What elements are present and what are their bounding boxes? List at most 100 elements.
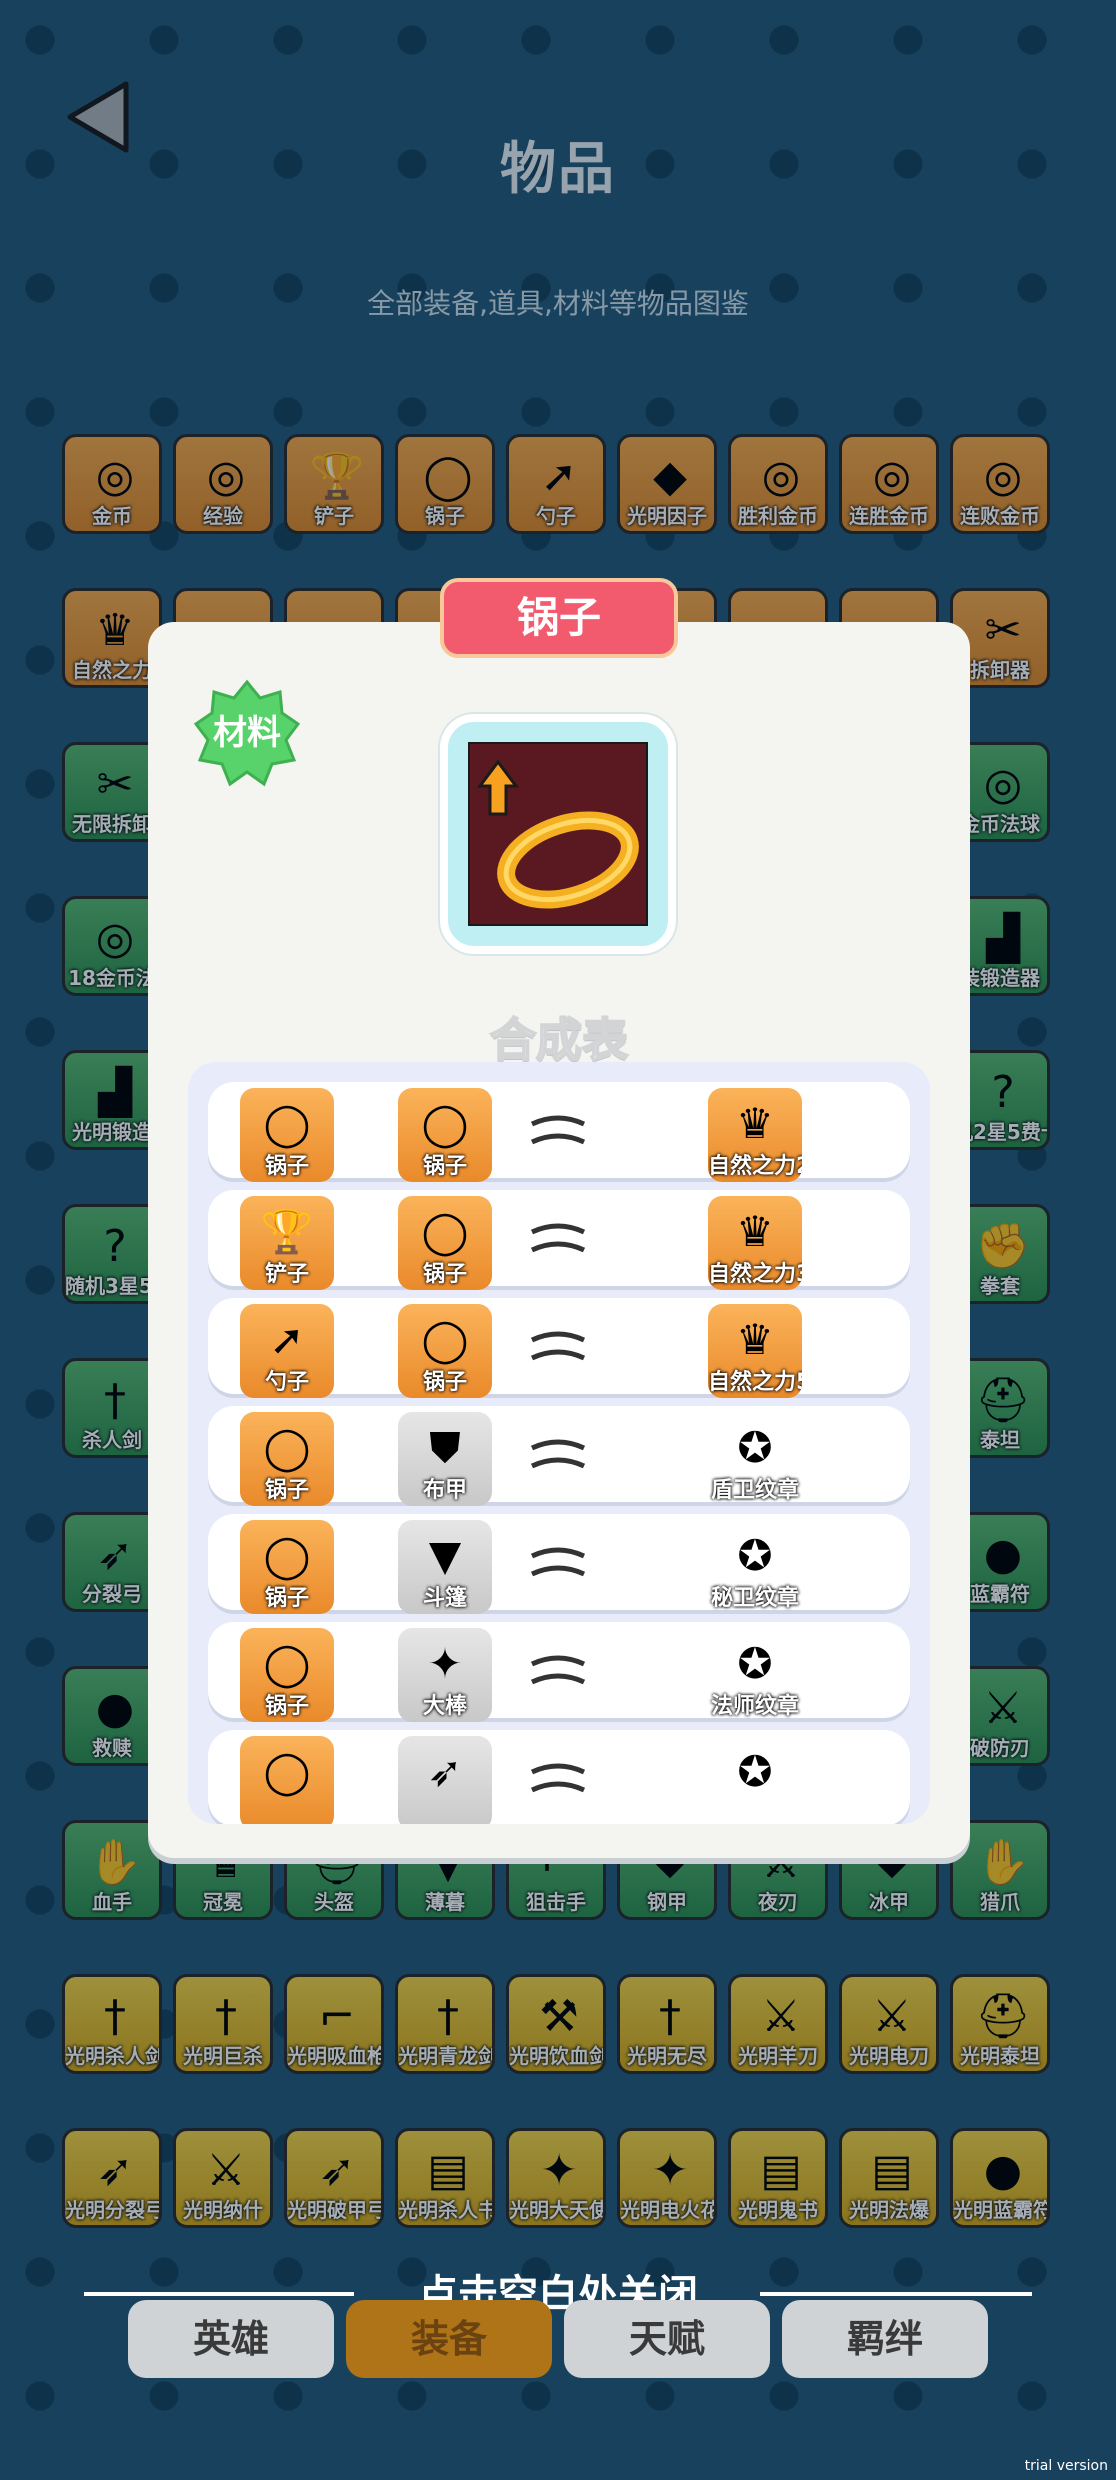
question-icon: ? <box>991 1067 1015 1118</box>
grid-item-label: 光明青龙剑 <box>398 2044 495 2068</box>
ingredient-b-label: 布甲 <box>422 1478 467 1503</box>
ingredient-a[interactable]: ◯ 锅子 <box>240 1628 334 1722</box>
ingredient-b[interactable]: ◯ 锅子 <box>398 1088 492 1182</box>
grid-item[interactable]: ✋ 血手 <box>62 1820 162 1920</box>
grid-item[interactable]: † 光明巨杀 <box>173 1974 273 2074</box>
grid-item[interactable]: ✦ 光明电火花 <box>617 2128 717 2228</box>
arrow-icon: ➚ <box>269 1315 305 1364</box>
ingredient-b[interactable]: ◯ 锅子 <box>398 1304 492 1398</box>
grid-item[interactable]: ⚔ 光明纳什 <box>173 2128 273 2228</box>
recipe-result[interactable]: ✪ 法师纹章 <box>708 1628 802 1722</box>
emblem-icon: ✪ <box>737 1531 773 1580</box>
helmet-icon: ⛑ <box>975 1375 1031 1426</box>
grid-item[interactable]: ◆ 光明因子 <box>617 434 717 534</box>
ingredient-b[interactable]: ◯ 锅子 <box>398 1196 492 1290</box>
ingredient-a-label: 锅子 <box>264 1586 309 1611</box>
bow-icon: ➶ <box>96 2145 134 2196</box>
grid-item[interactable]: † 光明青龙剑 <box>395 1974 495 2074</box>
ingredient-a[interactable]: ◯ 锅子 <box>240 1088 334 1182</box>
tab-2[interactable]: 天赋 <box>564 2300 770 2378</box>
tab-1[interactable]: 装备 <box>346 2300 552 2378</box>
coin-icon: ◎ <box>206 451 246 502</box>
grid-item-label: 光明电火花 <box>620 2198 717 2222</box>
grid-item[interactable]: † 光明无尽 <box>617 1974 717 2074</box>
grid-item[interactable]: ◎ 连败金币 <box>950 434 1050 534</box>
grid-item[interactable]: ⌐ 光明吸血枪 <box>284 1974 384 2074</box>
grid-item-label: 无限拆卸 <box>72 812 152 836</box>
recipe-result-label: 自然之力2 <box>708 1154 802 1179</box>
grid-item[interactable]: † 杀人剑 <box>62 1358 162 1458</box>
grid-item-label: 杀人剑 <box>82 1428 142 1452</box>
grid-item[interactable]: ▤ 光明鬼书 <box>728 2128 828 2228</box>
arrow-icon: ➚ <box>540 451 578 502</box>
grid-item[interactable]: ● 光明蓝霸符 <box>950 2128 1050 2228</box>
grid-item[interactable]: ● 救赎 <box>62 1666 162 1766</box>
ingredient-b[interactable]: ✦ 大棒 <box>398 1628 492 1722</box>
grid-item-label: 光明纳什 <box>183 2198 263 2222</box>
grid-item[interactable]: ✂ 无限拆卸 <box>62 742 162 842</box>
book-icon: ▤ <box>871 2145 913 2196</box>
grid-item[interactable]: 🏆 铲子 <box>284 434 384 534</box>
ingredient-a[interactable]: ➚ 勺子 <box>240 1304 334 1398</box>
claw-icon: ✋ <box>975 1837 1031 1888</box>
grid-item[interactable]: ▟ 光明锻造 <box>62 1050 162 1150</box>
grid-item[interactable]: ◯ 锅子 <box>395 434 495 534</box>
grid-item[interactable]: ▤ 光明法爆 <box>839 2128 939 2228</box>
grid-item[interactable]: ✦ 光明大天使 <box>506 2128 606 2228</box>
grid-item[interactable]: ◎ 连胜金币 <box>839 434 939 534</box>
grid-item-label: 光明蓝霸符 <box>953 2198 1050 2222</box>
vest-icon: ⛊ <box>429 1423 461 1472</box>
grid-item[interactable]: ◎ 胜利金币 <box>728 434 828 534</box>
helmet-icon: ⛑ <box>975 1991 1031 2042</box>
grid-item[interactable]: ⚔ 光明羊刀 <box>728 1974 828 2074</box>
recipe-result[interactable]: ✪ 秘卫纹章 <box>708 1520 802 1614</box>
gem-icon: ◆ <box>653 451 687 502</box>
tab-0[interactable]: 英雄 <box>128 2300 334 2378</box>
grid-item[interactable]: ⛑ 光明泰坦 <box>950 1974 1050 2074</box>
grid-item[interactable]: ⚔ 光明电刀 <box>839 1974 939 2074</box>
ingredient-b[interactable]: ⛊ 布甲 <box>398 1412 492 1506</box>
grid-item[interactable]: ◎ 金币 <box>62 434 162 534</box>
ingredient-a[interactable]: ◯ 锅子 <box>240 1520 334 1614</box>
recipe-result[interactable]: ✪ 盾卫纹章 <box>708 1412 802 1506</box>
recipe-result[interactable]: ♛ 自然之力3 <box>708 1196 802 1290</box>
tab-3[interactable]: 羁绊 <box>782 2300 988 2378</box>
grid-item-label: 光明分裂弓 <box>65 2198 162 2222</box>
grid-item-label: 自然之力 <box>72 658 152 682</box>
recipe-result[interactable]: ♛ 自然之力2 <box>708 1088 802 1182</box>
bow-icon: ➶ <box>96 1529 134 1580</box>
orb-icon: ● <box>983 2145 1023 2196</box>
grid-item[interactable]: ♛ 自然之力 <box>62 588 162 688</box>
grid-item[interactable]: ➚ 勺子 <box>506 434 606 534</box>
coin-icon: ◎ <box>872 451 912 502</box>
grid-item[interactable]: ▤ 光明杀人书 <box>395 2128 495 2228</box>
ingredient-b[interactable]: ➶ <box>398 1736 492 1824</box>
sword-icon: † <box>437 1991 459 2042</box>
grid-item[interactable]: ➶ 分裂弓 <box>62 1512 162 1612</box>
crown-icon: ♛ <box>95 605 135 656</box>
ingredient-a-label: 锅子 <box>264 1154 309 1179</box>
axe-icon: ⚒ <box>539 1991 579 2042</box>
blade-icon: ⚔ <box>872 1991 912 2042</box>
grid-item[interactable]: ➶ 光明破甲弓 <box>284 2128 384 2228</box>
ingredient-a[interactable]: ◯ <box>240 1736 334 1824</box>
bow-icon: ➶ <box>427 1747 463 1796</box>
ingredient-a[interactable]: ◯ 锅子 <box>240 1412 334 1506</box>
ingredient-b[interactable]: ▼ 斗篷 <box>398 1520 492 1614</box>
grid-item[interactable]: ?随机3星5费 <box>62 1204 162 1304</box>
tool-icon: ✂ <box>96 759 134 810</box>
grid-item[interactable]: ⚒ 光明饮血剑 <box>506 1974 606 2074</box>
recipe-result-label: 自然之力3 <box>708 1262 802 1287</box>
ingredient-a[interactable]: 🏆 铲子 <box>240 1196 334 1290</box>
grid-item[interactable]: ◎ 18金币法 <box>62 896 162 996</box>
grid-item[interactable]: ◎ 经验 <box>173 434 273 534</box>
grid-item[interactable]: † 光明杀人剑 <box>62 1974 162 2074</box>
claw-icon: ✋ <box>87 1837 143 1888</box>
recipe-list[interactable]: ◯ 锅子 ◯ 锅子 ♛ 自然之力2 🏆 铲子 ◯ 锅子 ♛ 自然之力3 ➚ 勺子 ◯ 锅子 ♛ 自然之力5 ◯ 锅子 ⛊… <box>188 1062 930 1824</box>
recipe-result[interactable]: ♛ 自然之力5 <box>708 1304 802 1398</box>
grid-item[interactable]: ➶ 光明分裂弓 <box>62 2128 162 2228</box>
grid-item-label: 光明大天使 <box>509 2198 606 2222</box>
ingredient-a-label: 铲子 <box>264 1262 309 1287</box>
recipe-result[interactable]: ✪ <box>708 1736 802 1824</box>
item-preview <box>440 714 676 954</box>
